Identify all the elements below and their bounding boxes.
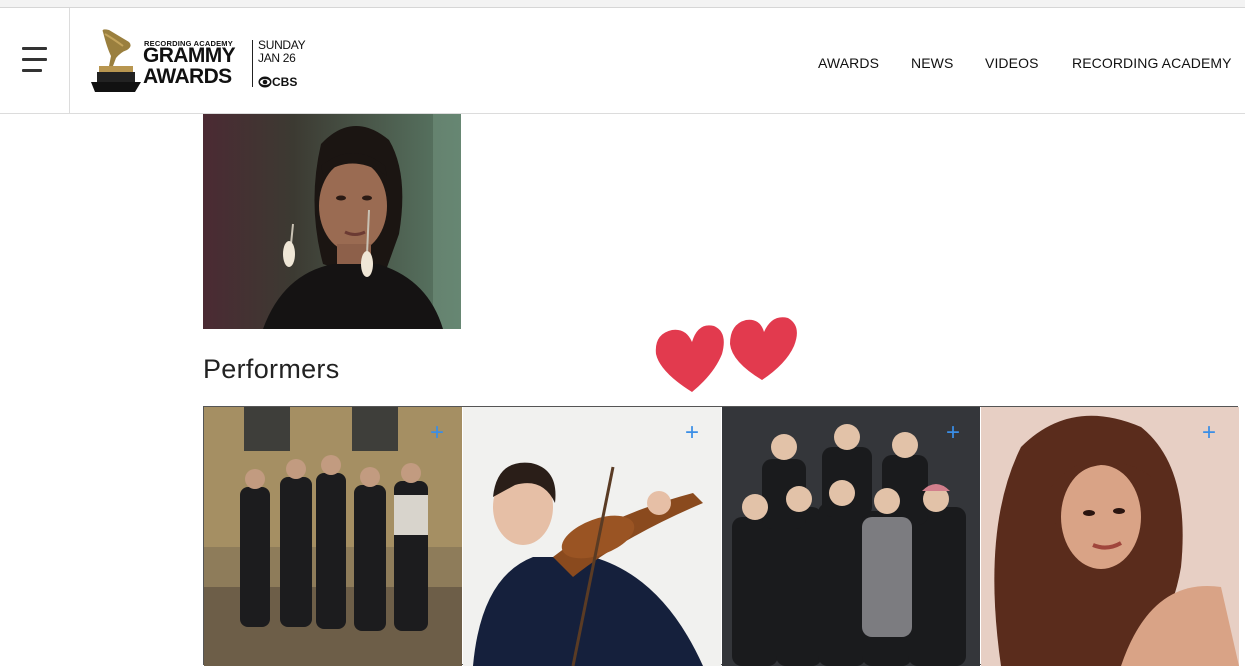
- performer-card-bts[interactable]: +: [722, 407, 980, 666]
- heart-icon: [655, 317, 797, 392]
- hamburger-menu-button[interactable]: [0, 8, 70, 113]
- gramophone-icon: [91, 29, 141, 92]
- performer-photo: [204, 407, 462, 666]
- logo-line-1: GRAMMY: [143, 44, 236, 67]
- menu-icon: [22, 47, 47, 50]
- nav-awards[interactable]: AWARDS: [818, 55, 879, 71]
- performer-card-aerosmith[interactable]: +: [204, 407, 462, 666]
- performers-heading: Performers: [203, 354, 340, 384]
- performer-photo: [722, 407, 980, 666]
- add-icon[interactable]: +: [946, 421, 960, 445]
- logo-divider: [252, 40, 253, 87]
- nav-news[interactable]: NEWS: [911, 55, 953, 71]
- performer-card-violinist[interactable]: +: [463, 407, 721, 666]
- add-icon[interactable]: +: [1202, 421, 1216, 445]
- nav-recording-academy[interactable]: RECORDING ACADEMY: [1072, 55, 1232, 71]
- performer-photo: [981, 407, 1239, 666]
- menu-icon: [22, 58, 47, 61]
- performer-photo: [463, 407, 721, 666]
- grammy-logo[interactable]: RECORDING ACADEMY GRAMMY AWARDS SUNDAY J…: [89, 28, 306, 94]
- menu-icon: [22, 69, 42, 72]
- nav-videos[interactable]: VIDEOS: [985, 55, 1039, 71]
- add-icon[interactable]: +: [430, 421, 444, 445]
- cbs-logo: CBS: [258, 76, 297, 89]
- cbs-eye-icon: [258, 76, 272, 88]
- cbs-text: CBS: [272, 75, 298, 89]
- host-photo[interactable]: [203, 114, 461, 329]
- hearts-sticker: [652, 310, 804, 396]
- performer-card-camila[interactable]: +: [981, 407, 1239, 666]
- site-header: RECORDING ACADEMY GRAMMY AWARDS SUNDAY J…: [0, 8, 1245, 114]
- logo-date: SUNDAY JAN 26: [258, 39, 306, 65]
- performers-grid: + + + +: [203, 406, 1239, 666]
- browser-top-strip: [0, 0, 1245, 8]
- logo-date-text: JAN 26: [258, 51, 296, 65]
- add-icon[interactable]: +: [685, 421, 699, 445]
- logo-line-2: AWARDS: [143, 65, 232, 88]
